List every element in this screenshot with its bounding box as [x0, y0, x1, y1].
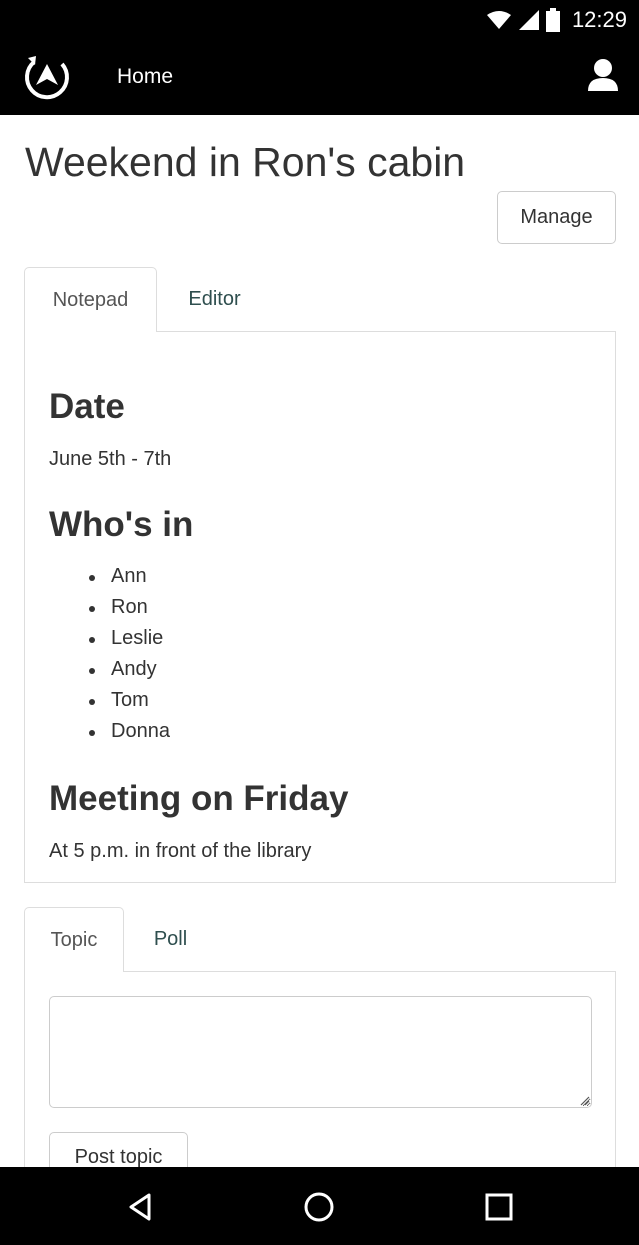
people-list: Ann Ron Leslie Andy Tom Donna — [49, 561, 349, 747]
wifi-icon — [486, 11, 511, 29]
home-link[interactable]: Home — [117, 65, 173, 89]
meeting-text: At 5 p.m. in front of the library — [49, 840, 312, 862]
tab-editor[interactable]: Editor — [167, 267, 262, 332]
battery-icon — [545, 8, 560, 32]
list-item: Donna — [49, 716, 349, 747]
status-bar: 12:29 — [0, 0, 639, 40]
list-item: Leslie — [49, 623, 349, 654]
home-icon[interactable] — [299, 1187, 339, 1227]
list-item: Andy — [49, 654, 349, 685]
date-heading: Date — [49, 387, 125, 426]
date-value: June 5th - 7th — [49, 448, 172, 470]
app-logo-icon[interactable] — [22, 54, 72, 100]
manage-button[interactable]: Manage — [497, 191, 616, 244]
user-icon[interactable] — [587, 58, 619, 92]
tab-topic[interactable]: Topic — [24, 907, 124, 973]
nav-bar — [0, 1167, 639, 1245]
post-topic-button[interactable]: Post topic — [49, 1132, 188, 1167]
meeting-heading: Meeting on Friday — [49, 779, 349, 818]
topic-panel: Post topic — [24, 972, 616, 1167]
status-time: 12:29 — [571, 7, 627, 32]
main-content: Weekend in Ron's cabin Manage Notepad Ed… — [0, 115, 639, 1167]
topic-input[interactable] — [49, 996, 592, 1108]
app-bar: Home — [0, 40, 639, 115]
resize-grip-icon[interactable] — [578, 1094, 590, 1106]
back-icon[interactable] — [120, 1187, 160, 1227]
tab-notepad[interactable]: Notepad — [24, 267, 157, 333]
list-item: Ron — [49, 592, 349, 623]
tab-poll[interactable]: Poll — [134, 907, 207, 972]
status-icons: 12:29 — [486, 6, 627, 34]
notepad-tabs: Notepad Editor — [24, 267, 616, 333]
discussion-tabs: Topic Poll — [24, 907, 616, 973]
cell-signal-icon — [518, 10, 539, 30]
page-title: Weekend in Ron's cabin — [25, 139, 466, 185]
list-item: Ann — [49, 561, 349, 592]
whos-in-heading: Who's in — [49, 505, 194, 544]
notepad-panel: Date June 5th - 7th Who's in Ann Ron Les… — [24, 332, 616, 883]
list-item: Tom — [49, 685, 349, 716]
recents-icon[interactable] — [479, 1187, 519, 1227]
